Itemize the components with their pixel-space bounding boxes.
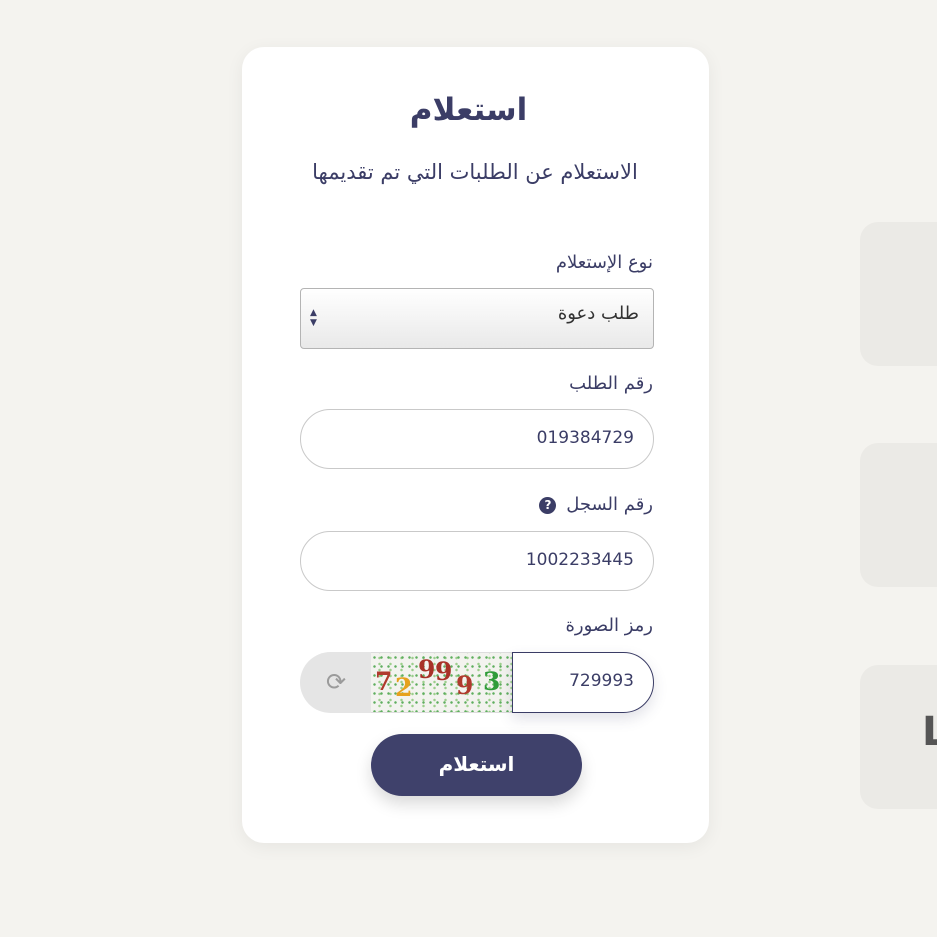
- question-circle-icon[interactable]: ?: [539, 497, 557, 514]
- record-number-label-text: رقم السجل: [566, 494, 653, 515]
- captcha-digit: 3: [483, 667, 501, 696]
- captcha-digit: 2: [395, 673, 413, 702]
- captcha-image: 7 2 9 9 9 3: [371, 652, 513, 713]
- request-number-label: رقم الطلب: [569, 373, 653, 394]
- inquiry-type-label: نوع الإستعلام: [555, 252, 653, 273]
- request-number-input[interactable]: 019384729: [300, 409, 654, 469]
- submit-inquiry-button[interactable]: استعلام: [371, 734, 582, 796]
- captcha-input[interactable]: 729993: [512, 652, 654, 713]
- page-subtitle: الاستعلام عن الطلبات التي تم تقديمها: [312, 160, 638, 184]
- side-card-3: L: [860, 665, 937, 809]
- side-card-1: [860, 222, 937, 366]
- captcha-digit: 7: [375, 667, 393, 696]
- refresh-icon[interactable]: ⟳: [300, 652, 372, 713]
- record-number-label: رقم السجل ?: [539, 494, 653, 515]
- page-title: استعلام: [409, 92, 528, 128]
- record-number-input[interactable]: 1002233445: [300, 531, 654, 591]
- captcha-row: ⟳ 7 2 9 9 9 3 729993: [300, 652, 654, 713]
- captcha-label: رمز الصورة: [565, 615, 653, 636]
- captcha-digit: 9: [435, 657, 453, 686]
- captcha-digit: 9: [418, 655, 436, 684]
- captcha-digit: 9: [456, 671, 474, 700]
- side-card-2: [860, 443, 937, 587]
- inquiry-type-select[interactable]: طلب دعوة ▲ ▼: [300, 288, 654, 349]
- side-card-text-fragment: L: [922, 709, 937, 755]
- select-arrows-icon: ▲ ▼: [310, 308, 317, 328]
- inquiry-type-selected-value: طلب دعوة: [557, 303, 639, 324]
